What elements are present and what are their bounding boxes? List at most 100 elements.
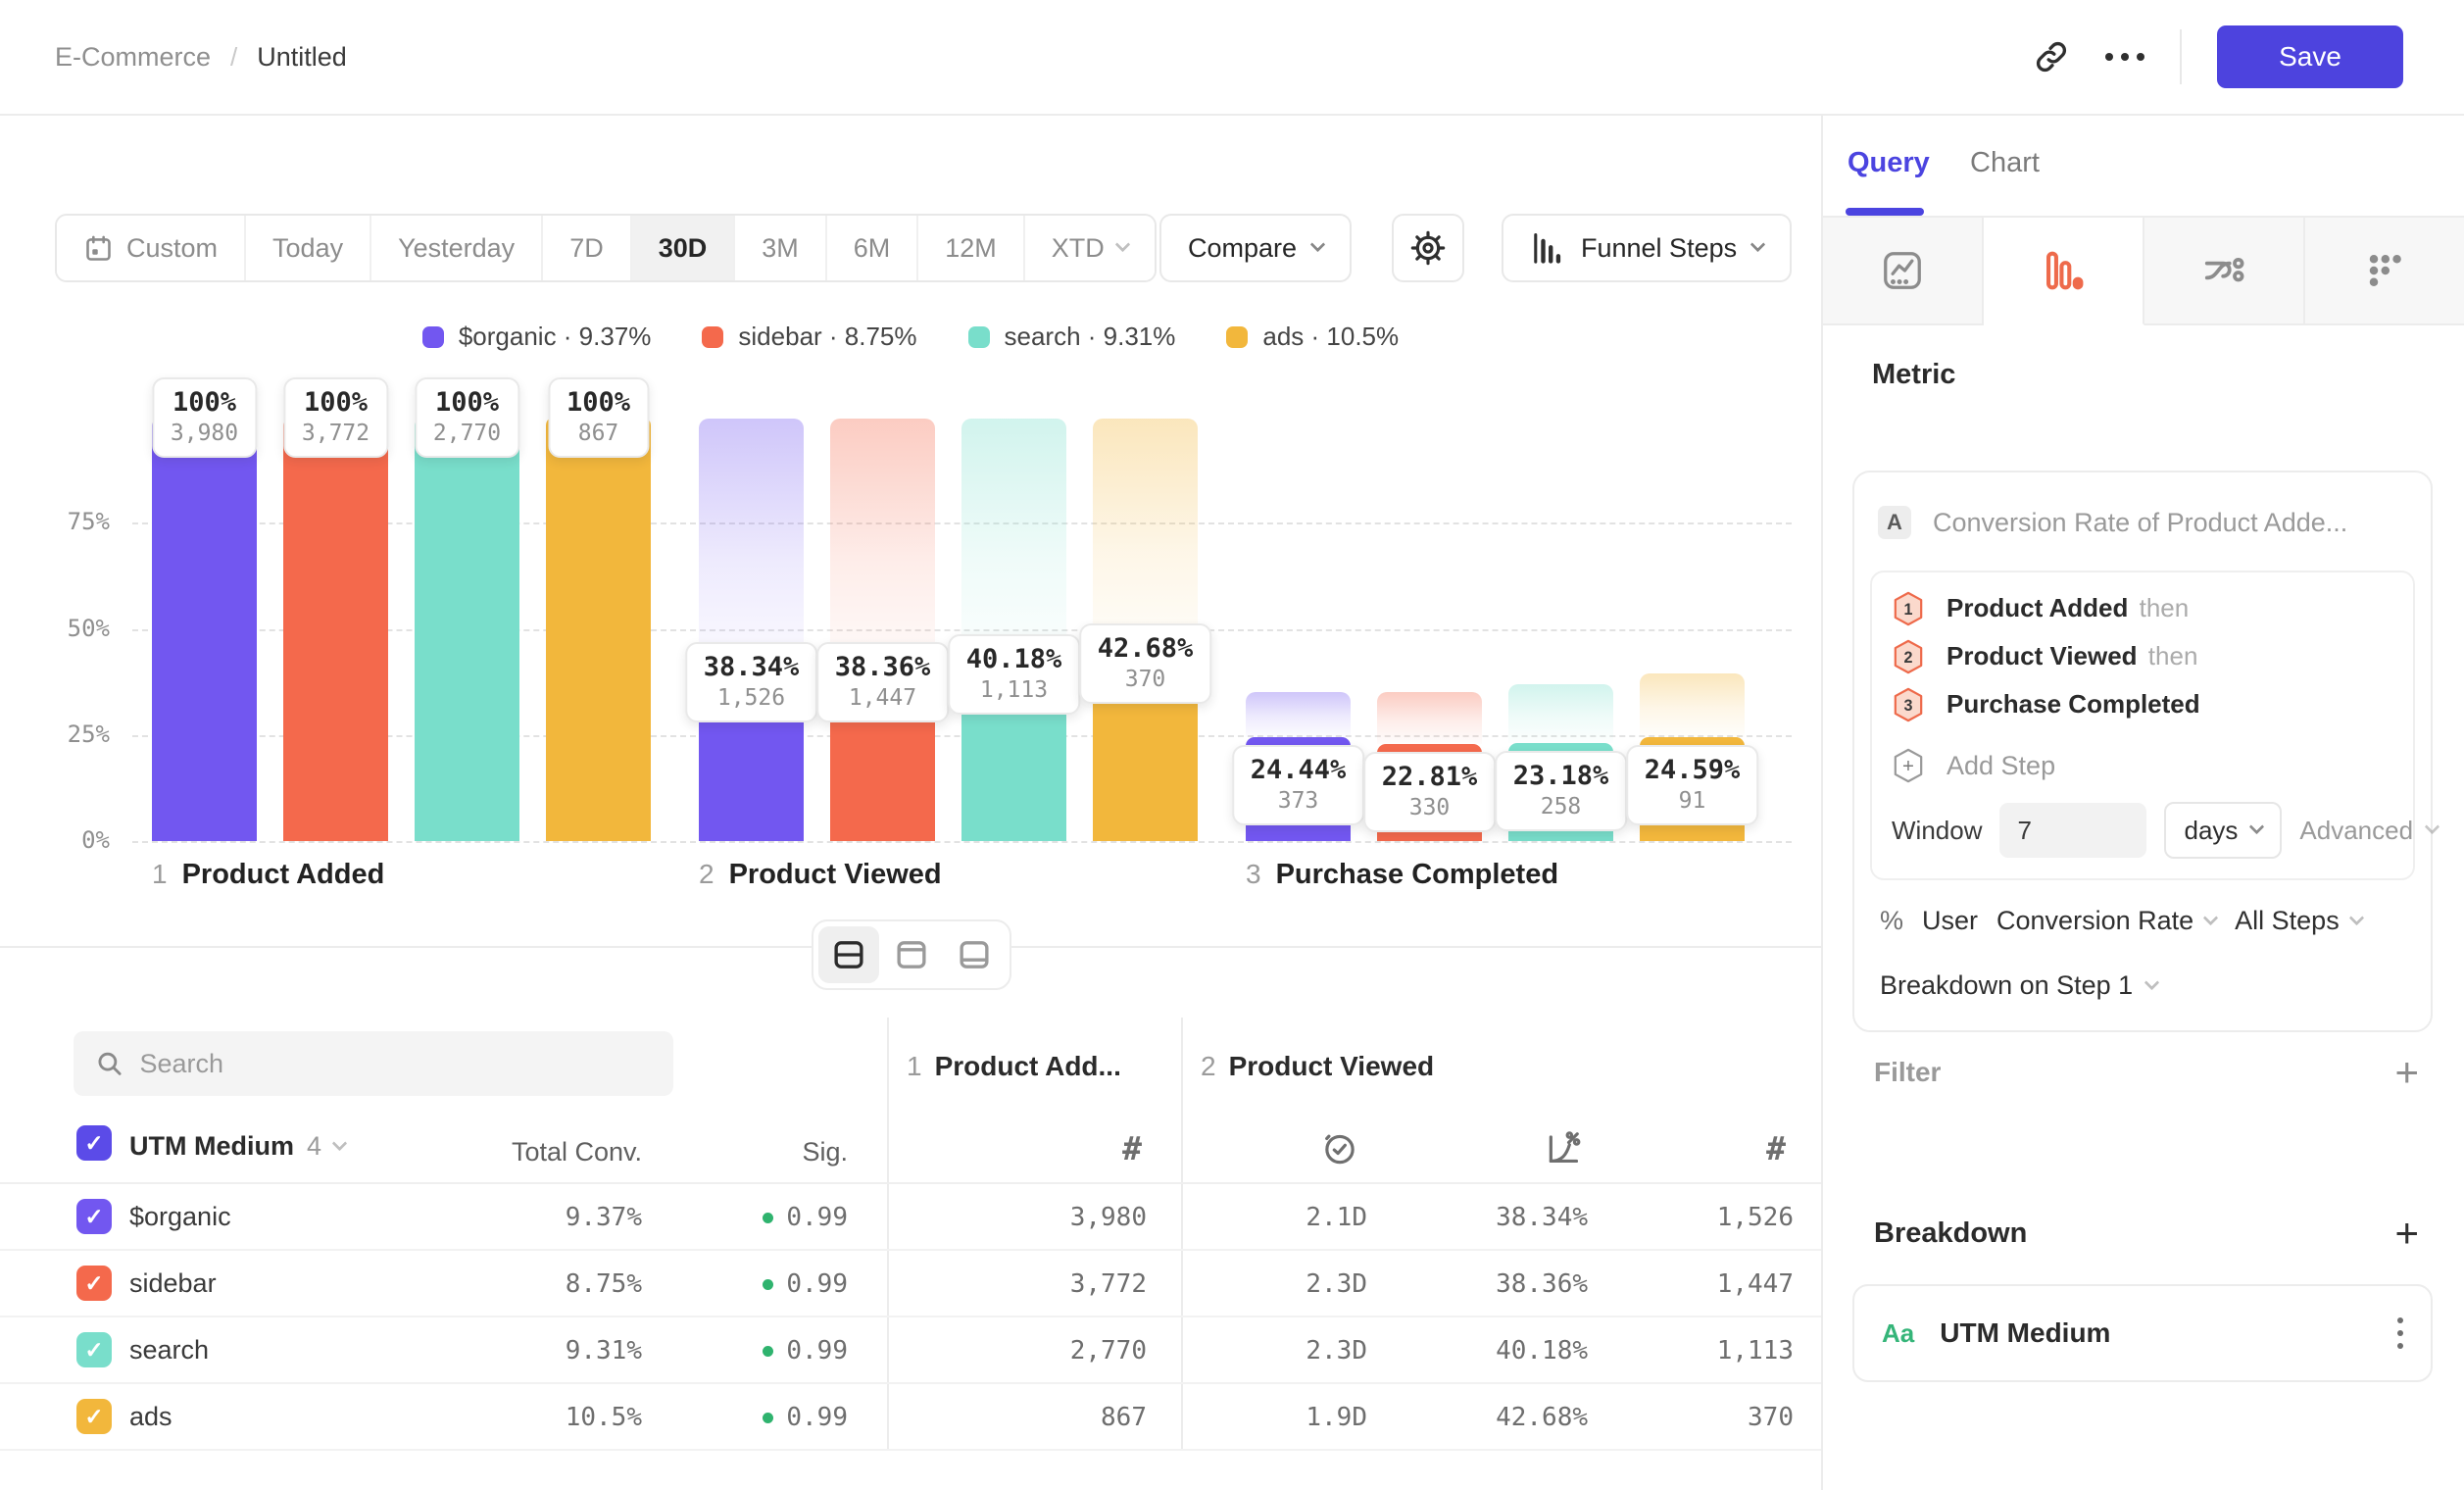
count-metric-icon[interactable]: # xyxy=(1122,1129,1142,1167)
metric-step-2[interactable]: 2 Product Viewed then xyxy=(1892,632,2393,680)
measure-entity[interactable]: User xyxy=(1922,906,1978,936)
metric-title-row[interactable]: A Conversion Rate of Product Adde... xyxy=(1878,506,2411,539)
layout-chart-only-button[interactable] xyxy=(881,926,942,983)
significance-dot xyxy=(763,1279,773,1290)
row-step2-rate: 40.18% xyxy=(1496,1336,1588,1366)
advanced-label: Advanced xyxy=(2299,816,2413,846)
group-column-header[interactable]: UTM Medium 4 xyxy=(129,1131,345,1162)
window-unit-dropdown[interactable]: days xyxy=(2164,802,2282,859)
metric-step-name: Product Added xyxy=(1947,593,2128,622)
table-row-ads[interactable]: ✓ads10.5%0.998671.9D42.68%370 xyxy=(0,1384,1821,1451)
significance-dot xyxy=(763,1346,773,1357)
bar-percent: 38.34% xyxy=(704,651,800,684)
flows-report-tab[interactable] xyxy=(2144,218,2305,325)
breadcrumb-report-title[interactable]: Untitled xyxy=(257,42,347,73)
retention-report-tab[interactable] xyxy=(2305,218,2464,325)
row-step1-count: 867 xyxy=(1101,1403,1147,1432)
bar-value-label: 38.36%1,447 xyxy=(816,642,950,722)
funnel-steps-list: 1Product Added then 2 Product Viewed then 3… xyxy=(1892,584,2393,728)
breakdown-item[interactable]: Aa UTM Medium xyxy=(1852,1284,2433,1382)
row-checkbox[interactable]: ✓ xyxy=(76,1332,112,1367)
breakdown-on-step-dropdown[interactable]: Breakdown on Step 1 xyxy=(1880,970,2157,1001)
share-link-button[interactable] xyxy=(2033,38,2070,75)
step-suffix: then xyxy=(2142,641,2198,670)
tab-query[interactable]: Query xyxy=(1848,147,1930,179)
window-value-input[interactable] xyxy=(1999,803,2146,858)
save-button[interactable]: Save xyxy=(2217,25,2403,88)
funnel-icon xyxy=(2042,249,2085,292)
total-conv-header[interactable]: Total Conv. xyxy=(512,1137,642,1167)
chevron-down-icon xyxy=(2425,820,2440,835)
tab-chart[interactable]: Chart xyxy=(1970,147,2040,179)
layout-table-only-button[interactable] xyxy=(944,926,1005,983)
sig-header[interactable]: Sig. xyxy=(802,1137,848,1167)
step-name: Product Add... xyxy=(935,1051,1121,1082)
add-filter-button[interactable]: + xyxy=(2394,1053,2419,1092)
row-total-conv: 10.5% xyxy=(566,1403,642,1432)
bar-search-step1[interactable] xyxy=(415,417,519,841)
measure-scope-dropdown[interactable]: All Steps xyxy=(2235,906,2362,936)
significance-dot xyxy=(763,1213,773,1223)
bar-value-label: 100%2,770 xyxy=(415,377,519,458)
table-row-search[interactable]: ✓search9.31%0.992,7702.3D40.18%1,113 xyxy=(0,1317,1821,1384)
bar-percent: 40.18% xyxy=(966,643,1062,676)
active-tab-underline xyxy=(1846,208,1924,216)
retention-icon xyxy=(2363,249,2406,292)
time-to-convert-icon[interactable] xyxy=(1321,1129,1358,1171)
add-step-button[interactable]: + Add Step xyxy=(1892,736,2393,795)
bar-percent: 42.68% xyxy=(1098,632,1194,666)
metric-step-3[interactable]: 3Purchase Completed xyxy=(1892,680,2393,728)
bar-sidebar-step1[interactable] xyxy=(283,417,388,841)
measure-metric-label: Conversion Rate xyxy=(1996,906,2193,936)
measure-metric-dropdown[interactable]: Conversion Rate xyxy=(1996,906,2216,936)
bar-count: 373 xyxy=(1251,787,1347,815)
advanced-dropdown[interactable]: Advanced xyxy=(2299,816,2438,846)
window-label: Window xyxy=(1892,816,1982,846)
metric-step-1[interactable]: 1Product Added then xyxy=(1892,584,2393,632)
bar-percent: 100% xyxy=(171,386,238,420)
step-name: Purchase Completed xyxy=(1276,859,1558,891)
more-options-button[interactable] xyxy=(2105,53,2144,61)
table-row-organic[interactable]: ✓$organic9.37%0.993,9802.1D38.34%1,526 xyxy=(0,1184,1821,1251)
bar-count: 3,980 xyxy=(171,420,238,447)
table-row-sidebar[interactable]: ✓sidebar8.75%0.993,7722.3D38.36%1,447 xyxy=(0,1251,1821,1317)
metric-step-name: Product Viewed xyxy=(1947,641,2138,670)
insights-report-tab[interactable] xyxy=(1823,218,1984,325)
add-breakdown-button[interactable]: + xyxy=(2394,1214,2419,1253)
row-step2-count: 1,447 xyxy=(1717,1269,1794,1299)
chevron-down-icon xyxy=(332,1135,348,1151)
breakdown-heading: Breakdown xyxy=(1874,1217,2027,1250)
svg-text:+: + xyxy=(1902,756,1914,777)
chevron-down-icon xyxy=(2144,974,2160,990)
row-name: $organic xyxy=(129,1202,231,1232)
funnels-report-tab[interactable] xyxy=(1984,218,2144,325)
step-number-hexagon-icon: 2 xyxy=(1892,638,1925,675)
funnel-analysis-app: E-Commerce / Untitled Save CustomTodayYe… xyxy=(0,0,2464,1490)
bar-value-label: 24.59%91 xyxy=(1626,745,1759,825)
prior-step-ghost-bar xyxy=(830,419,935,678)
conversion-rate-icon[interactable] xyxy=(1545,1129,1582,1171)
bar-ads-step1[interactable] xyxy=(546,417,651,841)
table-step1-header: 1 Product Add... xyxy=(907,1051,1121,1082)
prior-step-ghost-bar xyxy=(1377,692,1482,744)
step-number-hexagon-icon: 3 xyxy=(1892,686,1925,723)
layout-split-button[interactable] xyxy=(818,926,879,983)
sig-value: 0.99 xyxy=(786,1269,848,1299)
breakdown-item-menu-button[interactable] xyxy=(2397,1315,2403,1353)
row-checkbox[interactable]: ✓ xyxy=(76,1399,112,1434)
prior-step-ghost-bar xyxy=(961,419,1066,670)
row-step2-count: 370 xyxy=(1748,1403,1794,1432)
metric-card: A Conversion Rate of Product Adde... 1Pr… xyxy=(1852,471,2433,1032)
search-input[interactable] xyxy=(139,1049,652,1079)
bar-organic-step1[interactable] xyxy=(152,417,257,841)
row-checkbox[interactable]: ✓ xyxy=(76,1199,112,1234)
query-sidebar: Query Chart xyxy=(1821,116,2464,1490)
row-checkbox[interactable]: ✓ xyxy=(76,1266,112,1301)
chart-bottom-view-icon xyxy=(957,937,992,972)
select-all-checkbox[interactable]: ✓ xyxy=(76,1125,112,1161)
y-axis-tick: 75% xyxy=(47,508,110,535)
bar-value-label: 100%3,980 xyxy=(152,377,257,458)
count-metric-icon[interactable]: # xyxy=(1766,1129,1786,1167)
breadcrumb-project[interactable]: E-Commerce xyxy=(55,42,211,73)
row-step1-count: 3,980 xyxy=(1070,1203,1147,1232)
